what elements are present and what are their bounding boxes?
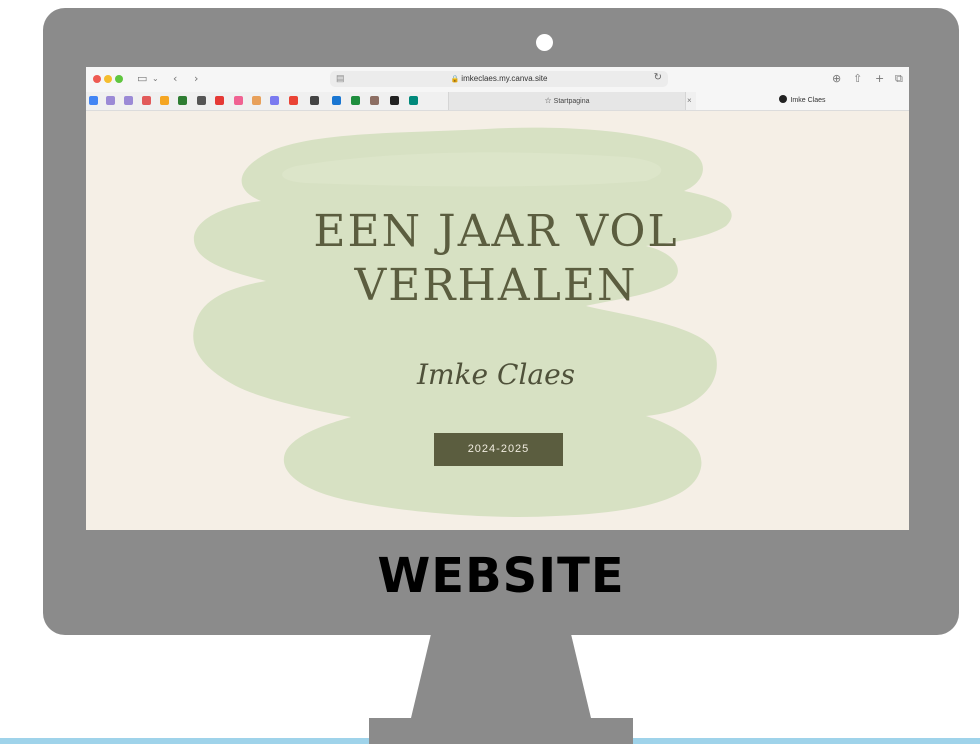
website-label: WEBSITE xyxy=(377,548,625,604)
tab-imke-claes[interactable]: Imke Claes xyxy=(696,92,909,110)
bookmark-icon[interactable] xyxy=(270,96,279,105)
bookmark-icon[interactable] xyxy=(351,96,360,105)
bookmark-icon[interactable] xyxy=(252,96,261,105)
bookmark-icon[interactable] xyxy=(234,96,243,105)
tab-label: Startpagina xyxy=(553,98,590,105)
bookmark-icon[interactable] xyxy=(178,96,187,105)
floor-line xyxy=(0,738,369,744)
camera-icon xyxy=(536,34,553,51)
monitor-stand xyxy=(411,634,591,718)
close-window-button[interactable] xyxy=(93,75,101,83)
chevron-down-icon[interactable]: ⌄ xyxy=(152,71,159,87)
address-bar[interactable]: ▤ 🔒 imkeclaes.my.canva.site ↻ xyxy=(330,71,668,87)
tab-startpagina[interactable]: ☆ Startpagina xyxy=(448,92,686,110)
bookmark-icon[interactable] xyxy=(332,96,341,105)
close-tab-icon[interactable]: × xyxy=(687,92,692,110)
bookmark-icon[interactable] xyxy=(310,96,319,105)
website-page: EEN JAAR VOL VERHALEN Imke Claes 2024-20… xyxy=(86,111,909,530)
canva-favicon-icon xyxy=(779,95,788,103)
minimize-window-button[interactable] xyxy=(104,75,112,83)
star-icon: ☆ xyxy=(544,96,552,105)
bookmark-icon[interactable] xyxy=(289,96,298,105)
url-text: imkeclaes.my.canva.site xyxy=(461,74,548,83)
tab-overview-icon[interactable]: ⧉ xyxy=(895,71,903,87)
illustration: ▭ ⌄ ‹ › ▤ 🔒 imkeclaes.my.canva.site ↻ ⊕ ⇧… xyxy=(0,0,980,744)
bookmarks-bar: ☆ Startpagina × Imke Claes xyxy=(86,92,909,111)
hero-title-line-2: VERHALEN xyxy=(354,260,638,311)
reload-icon[interactable]: ↻ xyxy=(654,72,662,83)
bookmark-icon[interactable] xyxy=(89,96,98,105)
bookmark-icon[interactable] xyxy=(142,96,151,105)
back-icon[interactable]: ‹ xyxy=(173,71,177,87)
new-tab-icon[interactable]: + xyxy=(875,71,884,87)
bookmark-icon[interactable] xyxy=(409,96,418,105)
bookmark-icon[interactable] xyxy=(124,96,133,105)
bookmark-icon[interactable] xyxy=(370,96,379,105)
browser-window: ▭ ⌄ ‹ › ▤ 🔒 imkeclaes.my.canva.site ↻ ⊕ ⇧… xyxy=(86,67,909,530)
bookmark-icon[interactable] xyxy=(390,96,399,105)
year-button[interactable]: 2024-2025 xyxy=(434,433,563,466)
download-icon[interactable]: ⊕ xyxy=(832,71,841,87)
bookmark-icon[interactable] xyxy=(215,96,224,105)
monitor-stand-base xyxy=(369,718,633,744)
author-name: Imke Claes xyxy=(416,358,576,391)
watercolor-blob xyxy=(193,127,732,517)
forward-icon[interactable]: › xyxy=(194,71,198,87)
sidebar-icon[interactable]: ▭ xyxy=(137,71,147,87)
bookmark-icon[interactable] xyxy=(197,96,206,105)
bookmark-icon[interactable] xyxy=(160,96,169,105)
browser-toolbar: ▭ ⌄ ‹ › ▤ 🔒 imkeclaes.my.canva.site ↻ ⊕ ⇧… xyxy=(86,67,909,93)
zoom-window-button[interactable] xyxy=(115,75,123,83)
lock-icon: 🔒 xyxy=(450,76,460,83)
hero-title-line-1: EEN JAAR VOL xyxy=(313,206,679,257)
tab-label: Imke Claes xyxy=(790,97,826,104)
bookmark-icon[interactable] xyxy=(106,96,115,105)
floor-line xyxy=(633,738,980,744)
hero-title: EEN JAAR VOL VERHALEN xyxy=(246,205,746,313)
share-icon[interactable]: ⇧ xyxy=(853,71,862,87)
